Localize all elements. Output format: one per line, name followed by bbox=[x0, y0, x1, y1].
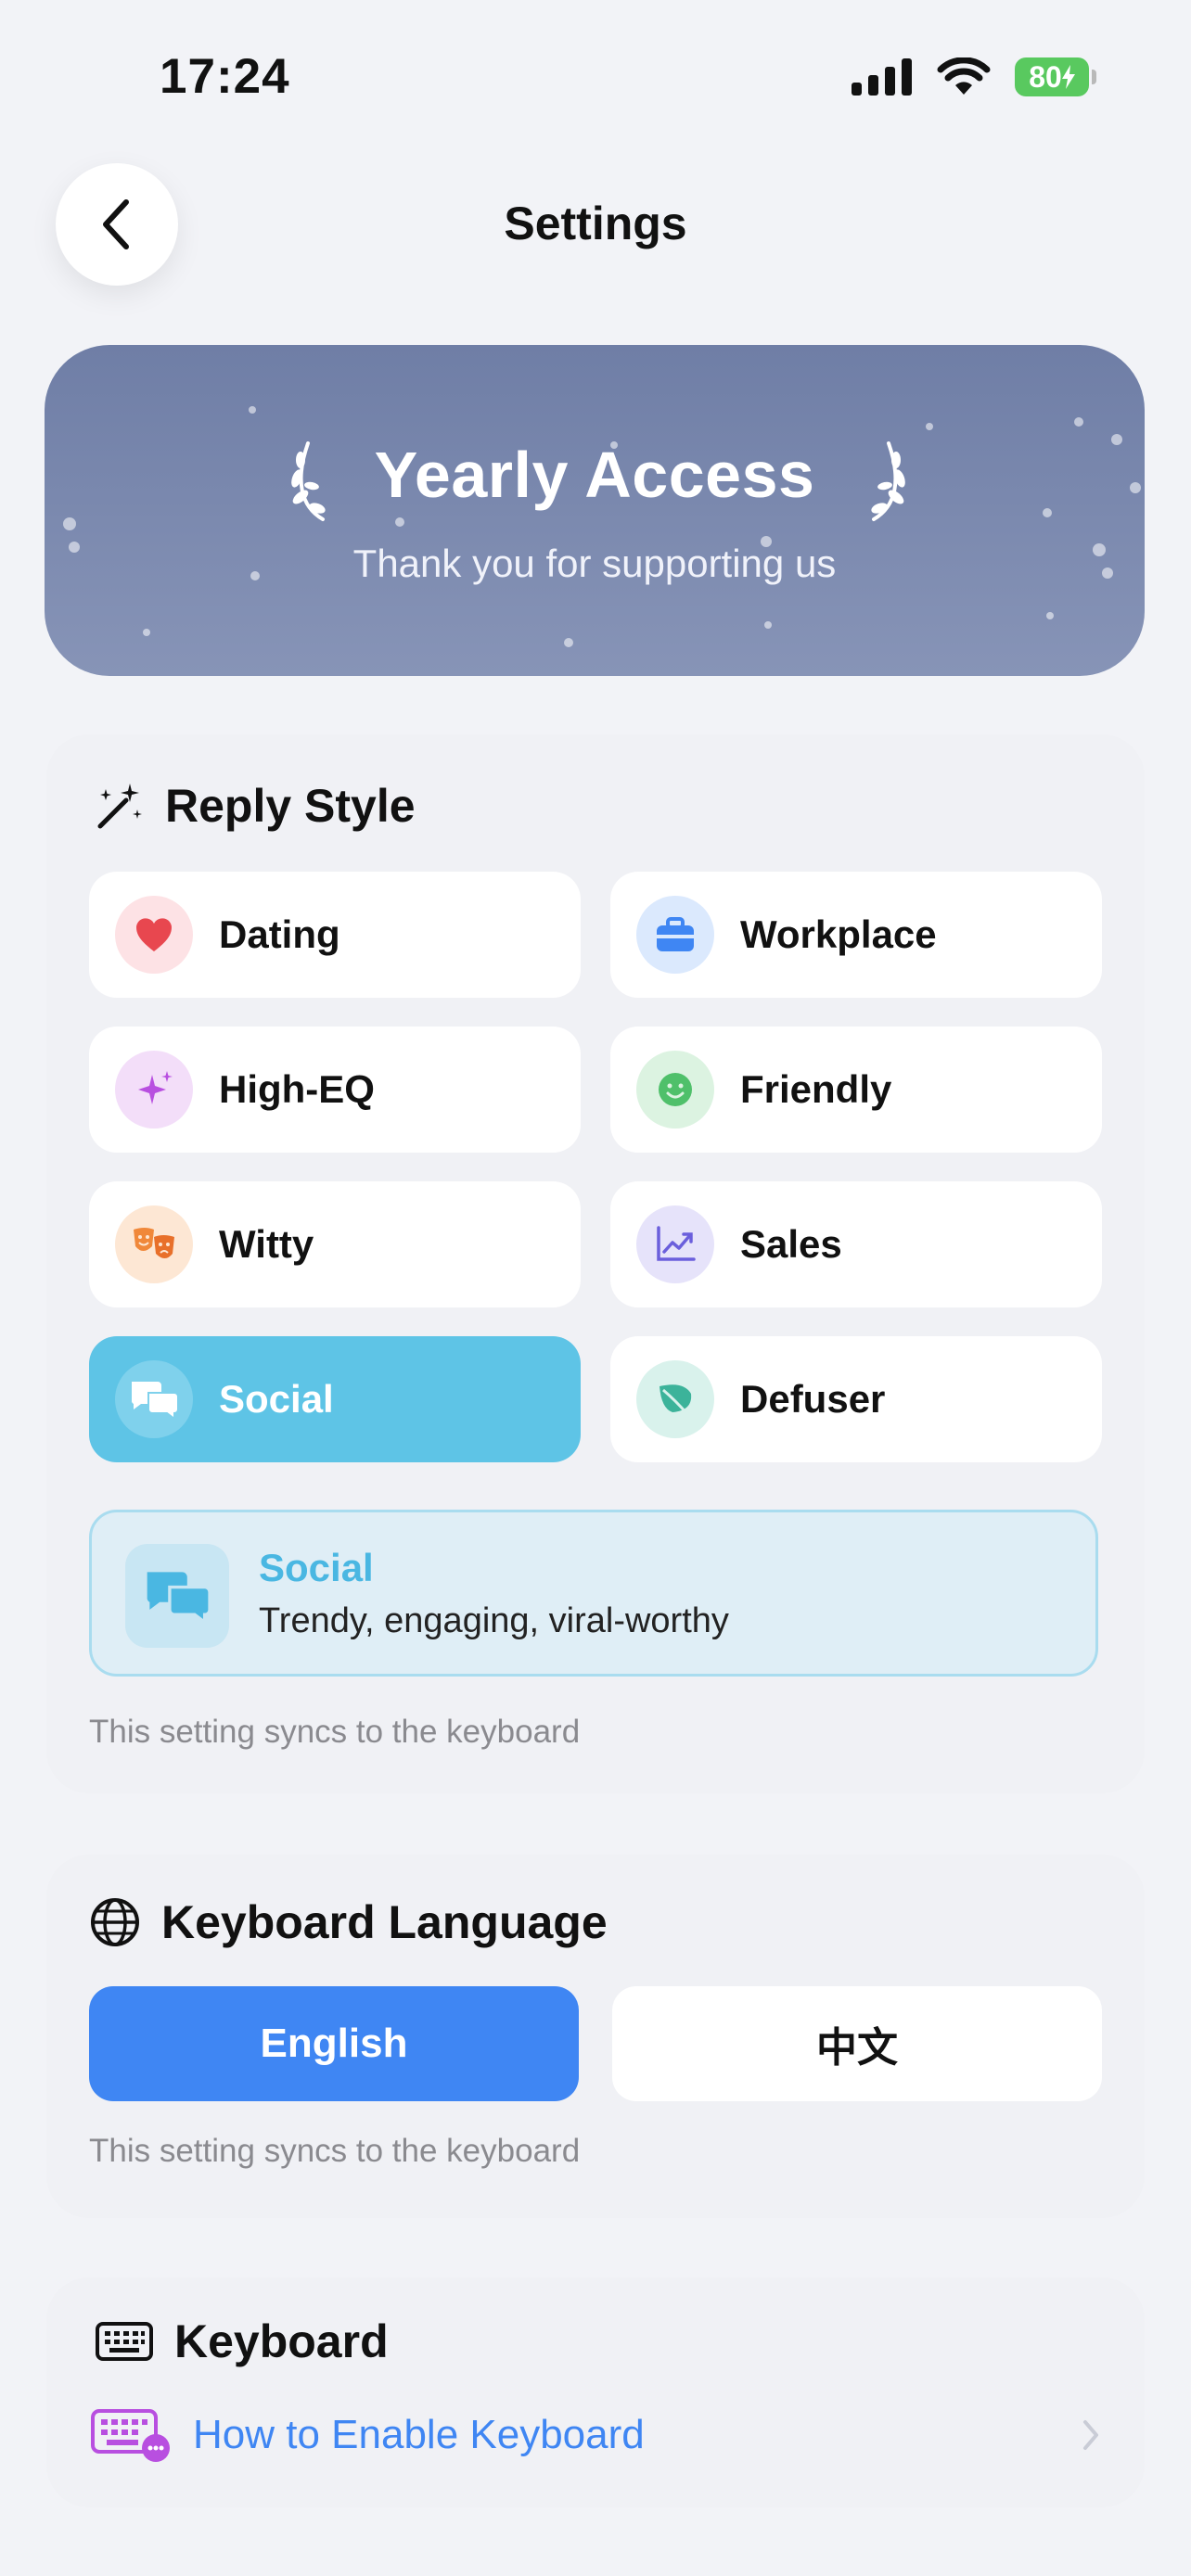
sparkles-icon bbox=[115, 1051, 193, 1129]
how-to-enable-keyboard-label: How to Enable Keyboard bbox=[193, 2412, 645, 2457]
reply-style-section: Reply Style Dating Workplace High-EQ Fri… bbox=[46, 734, 1145, 1793]
style-option-label: Social bbox=[219, 1377, 334, 1421]
style-option-sales[interactable]: Sales bbox=[610, 1181, 1102, 1307]
charging-bolt-icon bbox=[1061, 65, 1075, 89]
style-option-workplace[interactable]: Workplace bbox=[610, 872, 1102, 998]
keyboard-language-section: Keyboard Language English 中文 This settin… bbox=[46, 1855, 1145, 2218]
leaf-icon bbox=[636, 1360, 714, 1438]
subscription-banner: Yearly Access Thank you for supporting u… bbox=[45, 345, 1145, 676]
selected-style-title: Social bbox=[259, 1546, 374, 1589]
style-option-label: High-EQ bbox=[219, 1067, 375, 1111]
magic-wand-icon bbox=[97, 784, 142, 829]
navigation-bar: Settings bbox=[0, 158, 1191, 297]
keyboard-settings-icon bbox=[91, 2409, 170, 2462]
keyboard-section: Keyboard How to Enable Keyboard bbox=[46, 2277, 1145, 2507]
style-option-defuser[interactable]: Defuser bbox=[610, 1336, 1102, 1462]
selected-style-description: Social Trendy, engaging, viral-worthy bbox=[89, 1510, 1098, 1677]
style-option-label: Workplace bbox=[740, 912, 937, 956]
style-option-label: Defuser bbox=[740, 1377, 886, 1421]
chevron-right-icon bbox=[1083, 2420, 1098, 2450]
reply-style-sync-note: This setting syncs to the keyboard bbox=[89, 1714, 581, 1750]
smile-icon bbox=[636, 1051, 714, 1129]
battery-icon: 80 bbox=[1015, 57, 1096, 96]
status-time: 17:24 bbox=[160, 49, 290, 104]
style-option-label: Dating bbox=[219, 912, 340, 956]
chart-icon bbox=[636, 1205, 714, 1283]
signal-icon bbox=[852, 58, 912, 96]
keyboard-language-heading: Keyboard Language bbox=[161, 1896, 608, 1948]
style-option-high-eq[interactable]: High-EQ bbox=[89, 1027, 581, 1153]
style-option-label: Witty bbox=[219, 1222, 314, 1266]
globe-icon bbox=[91, 1898, 139, 1946]
style-option-witty[interactable]: Witty bbox=[89, 1181, 581, 1307]
keyboard-heading: Keyboard bbox=[174, 2315, 389, 2367]
how-to-enable-keyboard-link[interactable]: How to Enable Keyboard bbox=[89, 2398, 1102, 2472]
style-option-label: Sales bbox=[740, 1222, 842, 1266]
status-icons: 80 bbox=[852, 57, 1096, 96]
keyboard-language-sync-note: This setting syncs to the keyboard bbox=[89, 2133, 581, 2169]
banner-title: Yearly Access bbox=[374, 439, 815, 511]
selected-style-text: Trendy, engaging, viral-worthy bbox=[259, 1601, 729, 1640]
language-option-english[interactable]: English bbox=[89, 1986, 579, 2101]
chat-bubbles-icon bbox=[115, 1360, 193, 1438]
keyboard-icon bbox=[96, 2322, 153, 2361]
banner-subtitle: Thank you for supporting us bbox=[352, 542, 837, 585]
reply-style-heading: Reply Style bbox=[165, 780, 416, 832]
page-title: Settings bbox=[504, 198, 687, 249]
style-option-friendly[interactable]: Friendly bbox=[610, 1027, 1102, 1153]
battery-level: 80 bbox=[1029, 59, 1062, 94]
style-option-label: Friendly bbox=[740, 1067, 892, 1111]
style-option-social[interactable]: Social bbox=[89, 1336, 581, 1462]
chat-bubbles-icon bbox=[125, 1544, 229, 1648]
language-option-chinese[interactable]: 中文 bbox=[612, 1986, 1102, 2101]
style-option-dating[interactable]: Dating bbox=[89, 872, 581, 998]
keyboard-language-header: Keyboard Language bbox=[89, 1895, 608, 1949]
reply-style-header: Reply Style bbox=[93, 779, 416, 833]
status-bar: 17:24 80 bbox=[0, 0, 1191, 158]
masks-icon bbox=[115, 1205, 193, 1283]
keyboard-header: Keyboard bbox=[95, 2315, 389, 2368]
heart-icon bbox=[115, 896, 193, 974]
briefcase-icon bbox=[636, 896, 714, 974]
wifi-icon bbox=[937, 57, 991, 95]
